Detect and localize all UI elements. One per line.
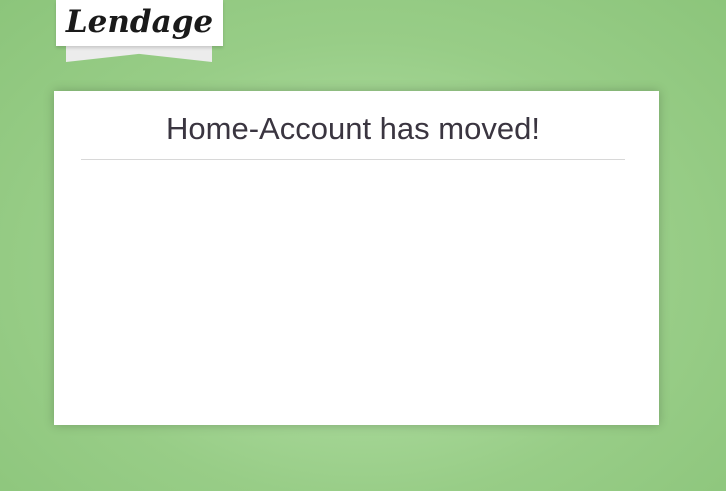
notice-card: Home-Account has moved! (54, 91, 659, 425)
logo-ribbon (66, 44, 212, 62)
logo-tab[interactable]: Lendage (56, 0, 223, 46)
divider (81, 159, 625, 160)
page-title: Home-Account has moved! (166, 111, 540, 146)
brand-logo: Lendage (65, 3, 214, 40)
